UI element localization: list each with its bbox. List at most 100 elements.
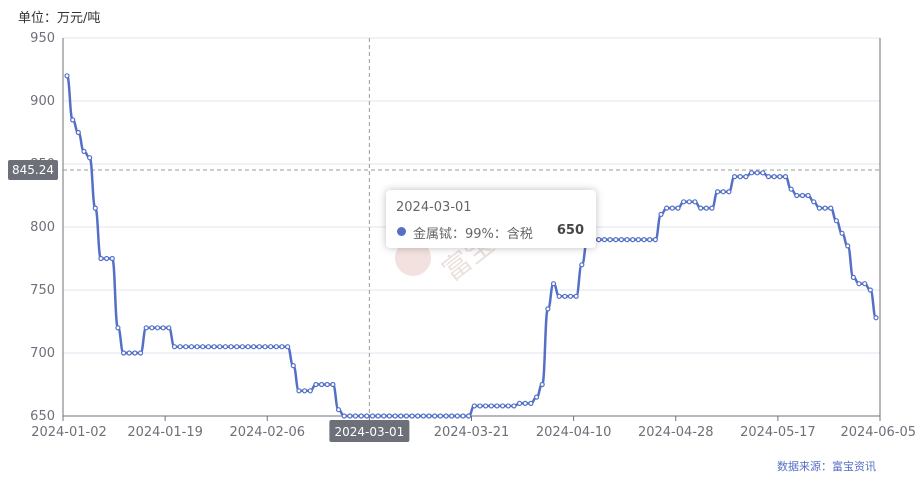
data-point[interactable] xyxy=(217,344,223,350)
data-point[interactable] xyxy=(500,403,506,409)
data-point[interactable] xyxy=(188,344,195,350)
data-point[interactable] xyxy=(765,174,772,180)
data-point[interactable] xyxy=(120,350,127,356)
data-point[interactable] xyxy=(647,237,653,243)
data-point[interactable] xyxy=(64,73,70,79)
data-point[interactable] xyxy=(703,205,709,211)
data-point[interactable] xyxy=(630,237,636,243)
data-point[interactable] xyxy=(511,403,517,409)
data-point[interactable] xyxy=(652,237,658,243)
data-point[interactable] xyxy=(369,413,376,419)
data-point[interactable] xyxy=(618,237,625,243)
data-point[interactable] xyxy=(279,344,285,350)
data-point[interactable] xyxy=(681,199,687,205)
data-point[interactable] xyxy=(403,413,410,419)
data-point[interactable] xyxy=(160,325,166,331)
data-point[interactable] xyxy=(613,237,619,243)
data-point[interactable] xyxy=(828,205,834,211)
data-point[interactable] xyxy=(352,413,359,419)
data-point[interactable] xyxy=(533,394,540,400)
data-point[interactable] xyxy=(177,344,183,350)
data-point[interactable] xyxy=(516,400,523,406)
data-point[interactable] xyxy=(171,344,178,350)
data-point[interactable] xyxy=(664,205,670,211)
data-point[interactable] xyxy=(686,199,692,205)
data-point[interactable] xyxy=(381,413,387,419)
data-point[interactable] xyxy=(420,413,427,419)
data-point[interactable] xyxy=(330,381,336,388)
data-point[interactable] xyxy=(358,413,364,419)
data-point[interactable] xyxy=(856,281,862,287)
data-point[interactable] xyxy=(239,344,245,350)
data-point[interactable] xyxy=(386,413,393,419)
data-point[interactable] xyxy=(75,129,81,136)
data-point[interactable] xyxy=(833,218,840,224)
data-point[interactable] xyxy=(296,388,302,394)
data-point[interactable] xyxy=(166,325,172,331)
data-point[interactable] xyxy=(290,363,296,369)
data-point[interactable] xyxy=(200,344,206,350)
data-point[interactable] xyxy=(635,237,641,243)
data-point[interactable] xyxy=(302,388,308,394)
data-point[interactable] xyxy=(222,344,229,350)
data-point[interactable] xyxy=(137,350,144,356)
data-point[interactable] xyxy=(234,344,240,350)
data-point[interactable] xyxy=(579,262,585,268)
data-point[interactable] xyxy=(867,287,873,293)
data-point[interactable] xyxy=(205,344,212,350)
data-point[interactable] xyxy=(460,413,466,419)
data-point[interactable] xyxy=(522,400,528,406)
data-point[interactable] xyxy=(392,413,398,419)
data-point[interactable] xyxy=(601,237,608,243)
data-point[interactable] xyxy=(669,205,675,211)
data-point[interactable] xyxy=(714,189,721,195)
data-point[interactable] xyxy=(596,237,602,243)
data-point[interactable] xyxy=(839,230,845,236)
data-point[interactable] xyxy=(143,325,149,331)
data-point[interactable] xyxy=(466,413,472,419)
data-point[interactable] xyxy=(449,413,455,419)
data-point[interactable] xyxy=(285,344,291,350)
data-point[interactable] xyxy=(850,274,856,280)
data-point[interactable] xyxy=(562,293,568,299)
data-point[interactable] xyxy=(567,293,574,299)
data-point[interactable] xyxy=(437,413,443,419)
data-point[interactable] xyxy=(731,174,738,180)
data-point[interactable] xyxy=(794,192,800,199)
data-point[interactable] xyxy=(743,174,749,180)
data-point[interactable] xyxy=(324,381,330,388)
data-point[interactable] xyxy=(398,413,404,419)
data-point[interactable] xyxy=(454,413,460,419)
data-point[interactable] xyxy=(92,205,98,211)
data-point[interactable] xyxy=(822,205,828,211)
data-point[interactable] xyxy=(777,174,783,180)
data-point[interactable] xyxy=(771,174,777,180)
data-point[interactable] xyxy=(251,344,257,350)
data-point[interactable] xyxy=(87,155,93,161)
data-point[interactable] xyxy=(103,255,110,262)
data-point[interactable] xyxy=(70,117,76,123)
data-point[interactable] xyxy=(624,237,630,243)
data-point[interactable] xyxy=(341,413,347,419)
data-point[interactable] xyxy=(415,413,421,419)
data-point[interactable] xyxy=(443,413,449,419)
data-point[interactable] xyxy=(862,281,868,287)
data-point[interactable] xyxy=(313,381,319,388)
data-point[interactable] xyxy=(245,344,251,350)
data-point[interactable] xyxy=(675,205,681,211)
data-point[interactable] xyxy=(256,344,262,350)
data-point[interactable] xyxy=(409,413,415,419)
data-point[interactable] xyxy=(335,407,342,413)
data-point[interactable] xyxy=(573,293,579,299)
data-point[interactable] xyxy=(720,189,726,195)
data-point[interactable] xyxy=(81,148,87,154)
data-point[interactable] xyxy=(273,344,279,350)
data-point[interactable] xyxy=(268,344,274,350)
data-point[interactable] xyxy=(726,189,732,195)
data-point[interactable] xyxy=(692,199,698,205)
data-point[interactable] xyxy=(754,170,760,176)
data-point[interactable] xyxy=(748,170,755,176)
data-point[interactable] xyxy=(211,344,217,350)
data-point[interactable] xyxy=(228,344,234,350)
data-point[interactable] xyxy=(816,205,823,211)
